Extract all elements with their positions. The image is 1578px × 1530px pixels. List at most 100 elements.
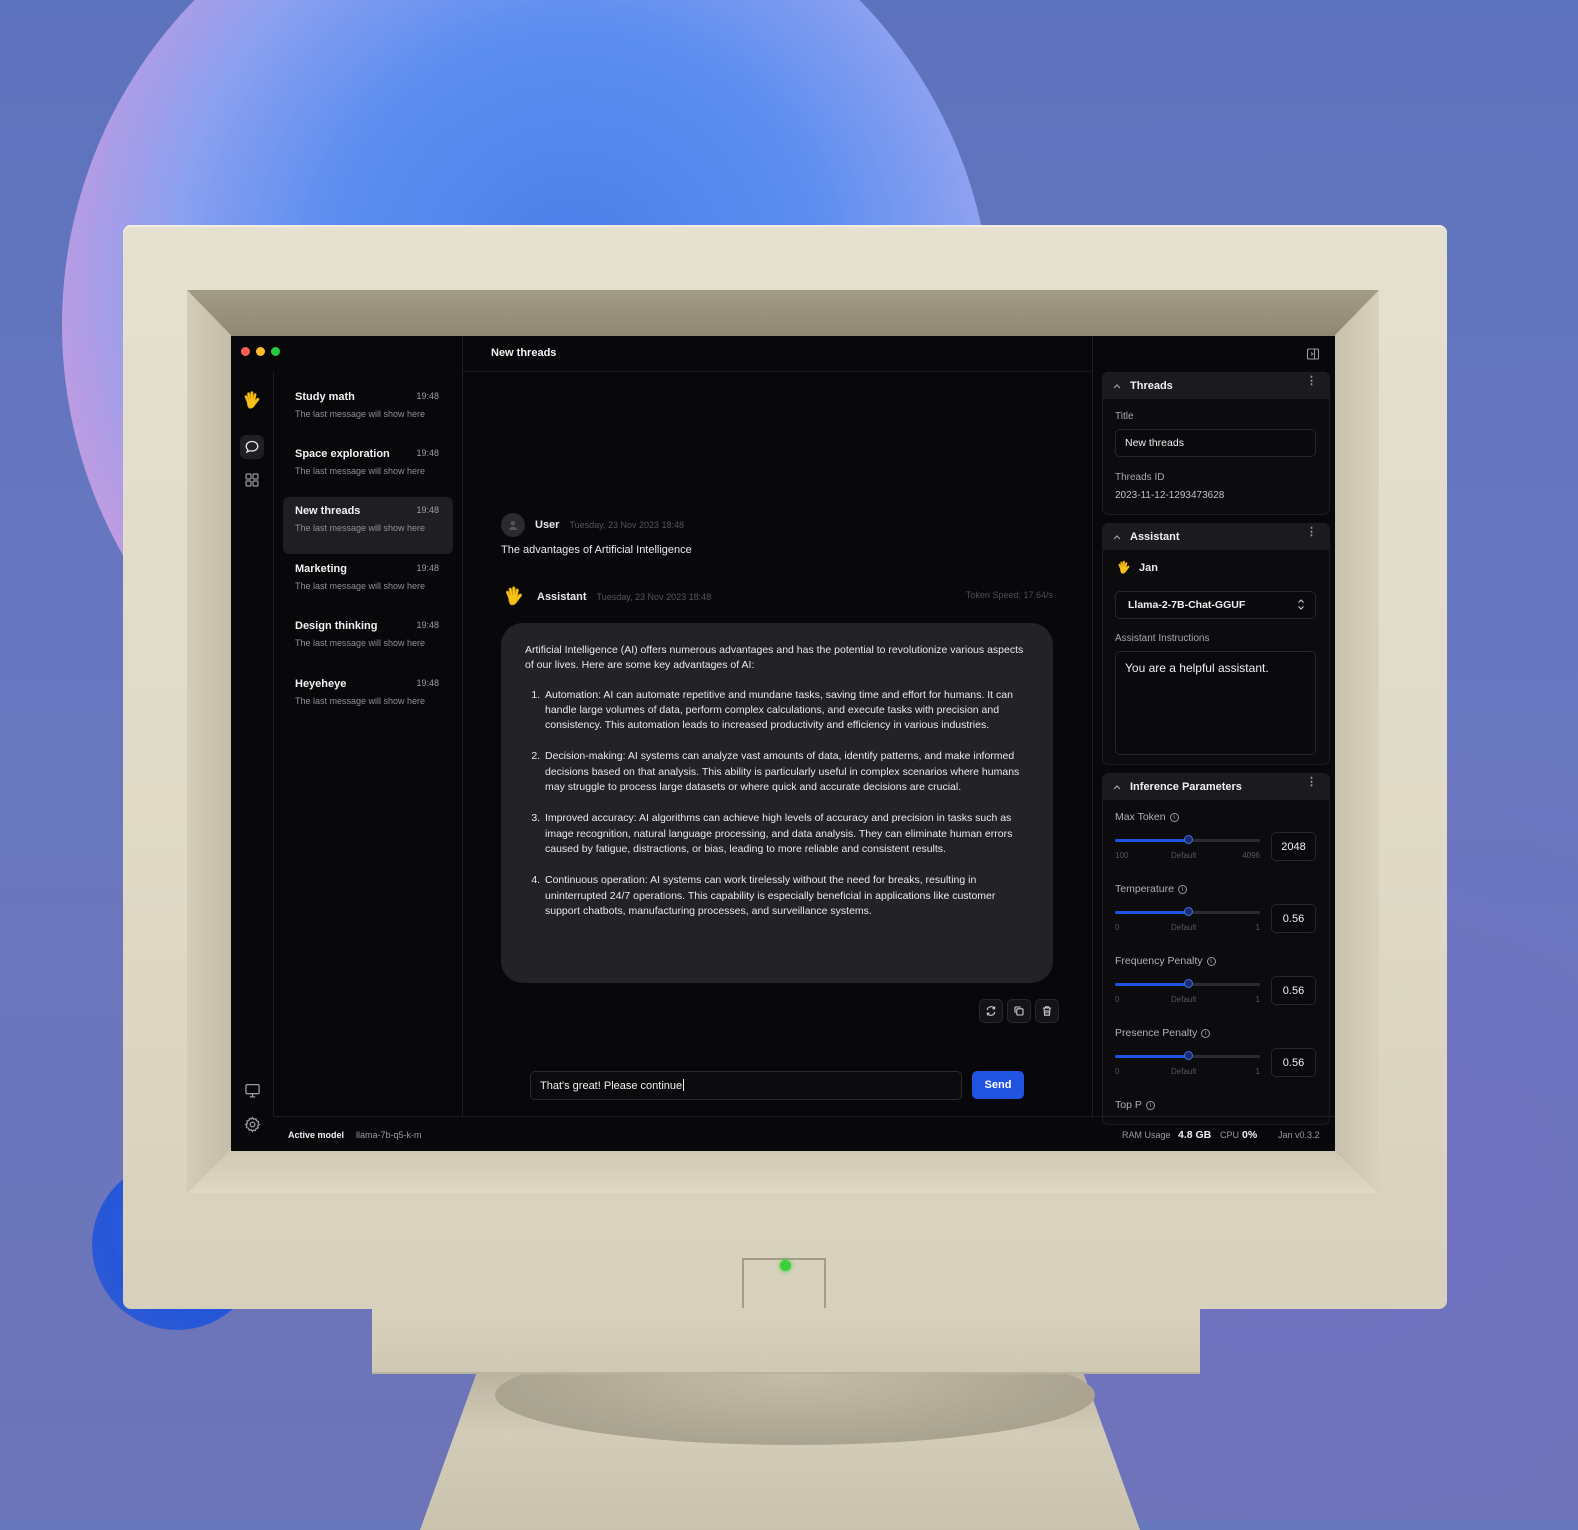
active-model-label: Active model: [288, 1130, 345, 1140]
threads-card: Threads ⋮ Title New threads Threads ID 2…: [1102, 372, 1330, 515]
monitor-neck: [372, 1300, 1200, 1374]
app-window: Study math 19:48 The last message will s…: [231, 336, 1335, 1151]
thread-id-label: Threads ID: [1115, 472, 1165, 483]
scale-min: 100: [1115, 851, 1129, 860]
card-title: Threads: [1130, 380, 1173, 392]
thread-preview: The last message will show here: [295, 581, 426, 591]
minimize-window-button[interactable]: [256, 347, 265, 356]
assistant-card: Assistant ⋮ Jan Llama-2-7B-Chat-GGUF Ass…: [1102, 523, 1330, 765]
status-bar: Active model llama-7b-q5-k-m RAM Usage 4…: [274, 1116, 1335, 1151]
max-token-slider[interactable]: [1115, 835, 1260, 844]
close-window-button[interactable]: [241, 347, 250, 356]
slider-handle[interactable]: [1183, 1051, 1193, 1060]
list-item: Decision-making: AI systems can analyze …: [543, 749, 1029, 795]
top-p-label: Top P i: [1115, 1099, 1155, 1111]
presence-penalty-label: Presence Penalty i: [1115, 1027, 1211, 1039]
thread-item-study-math[interactable]: Study math 19:48 The last message will s…: [283, 383, 453, 440]
monitor-icon[interactable]: [240, 1078, 264, 1102]
more-options-icon[interactable]: ⋮: [1306, 527, 1317, 538]
chevron-up-icon: [1113, 532, 1121, 542]
max-token-input[interactable]: 2048: [1271, 832, 1316, 861]
slider-fill: [1115, 839, 1188, 842]
thread-item-new-threads[interactable]: New threads 19:48 The last message will …: [283, 497, 453, 554]
delete-icon[interactable]: [1035, 999, 1059, 1023]
header-divider: [463, 371, 1091, 372]
thread-item-heyeheye[interactable]: Heyeheye 19:48 The last message will sho…: [283, 670, 453, 727]
scale-min: 0: [1115, 995, 1120, 1004]
more-options-icon[interactable]: ⋮: [1306, 777, 1317, 788]
slider-handle[interactable]: [1183, 979, 1193, 988]
frequency-penalty-slider[interactable]: [1115, 979, 1260, 988]
info-icon[interactable]: i: [1201, 1028, 1211, 1038]
frequency-penalty-input[interactable]: 0.56: [1271, 976, 1316, 1005]
message-timestamp: Tuesday, 23 Nov 2023 18:48: [569, 520, 685, 530]
thread-time: 19:48: [416, 620, 439, 630]
slider-fill: [1115, 911, 1188, 914]
cpu-label: CPU: [1220, 1130, 1240, 1140]
thread-preview: The last message will show here: [295, 409, 426, 419]
monitor-bevel-top: [187, 290, 1379, 336]
scale-default: Default: [1171, 851, 1197, 860]
gear-icon[interactable]: [240, 1112, 264, 1136]
assistant-message-bubble: Artificial Intelligence (AI) offers nume…: [501, 623, 1053, 983]
message-input[interactable]: That's great! Please continue: [530, 1071, 962, 1100]
assistant-points: Automation: AI can automate repetitive a…: [525, 688, 1029, 920]
title-label: Title: [1115, 411, 1134, 422]
info-icon[interactable]: i: [1177, 884, 1187, 894]
thread-item-marketing[interactable]: Marketing 19:48 The last message will sh…: [283, 555, 453, 612]
copy-icon[interactable]: [1007, 999, 1031, 1023]
model-select[interactable]: Llama-2-7B-Chat-GGUF: [1115, 591, 1316, 619]
thread-preview: The last message will show here: [295, 466, 426, 476]
card-title: Inference Parameters: [1130, 781, 1242, 793]
scale-default: Default: [1171, 995, 1197, 1004]
power-button: [742, 1258, 826, 1308]
active-model-value: llama-7b-q5-k-m: [356, 1130, 422, 1140]
frequency-penalty-label: Frequency Penalty i: [1115, 955, 1216, 967]
presence-penalty-slider[interactable]: [1115, 1051, 1260, 1060]
monitor-bevel-bottom: [187, 1150, 1379, 1193]
thread-title-input[interactable]: New threads: [1115, 429, 1316, 457]
inference-card: Inference Parameters ⋮ Max Token i 100 D…: [1102, 773, 1330, 1125]
inference-card-header[interactable]: Inference Parameters ⋮: [1103, 774, 1329, 800]
panel-toggle-icon[interactable]: [1306, 347, 1320, 366]
temperature-input[interactable]: 0.56: [1271, 904, 1316, 933]
thread-item-space-exploration[interactable]: Space exploration 19:48 The last message…: [283, 440, 453, 497]
user-message-text: The advantages of Artificial Intelligenc…: [501, 544, 692, 556]
info-icon[interactable]: i: [1169, 812, 1179, 822]
more-options-icon[interactable]: ⋮: [1306, 376, 1317, 387]
thread-time: 19:48: [416, 448, 439, 458]
right-panel: Threads ⋮ Title New threads Threads ID 2…: [1092, 336, 1335, 1125]
left-nav: [231, 372, 274, 1133]
token-speed: Token Speed: 17.64/s: [965, 590, 1053, 600]
scale-default: Default: [1171, 923, 1197, 932]
card-title: Assistant: [1130, 531, 1180, 543]
info-icon[interactable]: i: [1145, 1100, 1155, 1110]
chat-bubble-icon[interactable]: [240, 435, 264, 459]
instructions-textarea[interactable]: You are a helpful assistant.: [1115, 651, 1316, 755]
avatar: [501, 513, 525, 537]
message-input-value: That's great! Please continue: [540, 1080, 683, 1092]
chevron-up-icon: [1113, 381, 1121, 391]
presence-penalty-input[interactable]: 0.56: [1271, 1048, 1316, 1077]
param-label-text: Temperature: [1115, 883, 1174, 895]
param-label-text: Top P: [1115, 1099, 1142, 1111]
waving-hand-icon[interactable]: [240, 389, 264, 413]
slider-handle[interactable]: [1183, 907, 1193, 916]
temperature-slider[interactable]: [1115, 907, 1260, 916]
info-icon[interactable]: i: [1206, 956, 1216, 966]
thread-preview: The last message will show here: [295, 638, 426, 648]
regenerate-icon[interactable]: [979, 999, 1003, 1023]
thread-item-design-thinking[interactable]: Design thinking 19:48 The last message w…: [283, 612, 453, 669]
threads-card-header[interactable]: Threads ⋮: [1103, 373, 1329, 399]
grid-icon[interactable]: [240, 468, 264, 492]
message-timestamp: Tuesday, 23 Nov 2023 18:48: [596, 592, 712, 602]
slider-handle[interactable]: [1183, 835, 1193, 844]
scale-max: 1: [1255, 1067, 1260, 1076]
chevron-up-down-icon: [1297, 598, 1305, 614]
assistant-card-header[interactable]: Assistant ⋮: [1103, 524, 1329, 550]
chevron-up-icon: [1113, 782, 1121, 792]
slider-scale: 0 Default 1: [1115, 1067, 1260, 1076]
ram-usage-value: 4.8 GB: [1178, 1129, 1212, 1141]
send-button[interactable]: Send: [972, 1071, 1024, 1099]
list-item: Improved accuracy: AI algorithms can ach…: [543, 811, 1029, 857]
